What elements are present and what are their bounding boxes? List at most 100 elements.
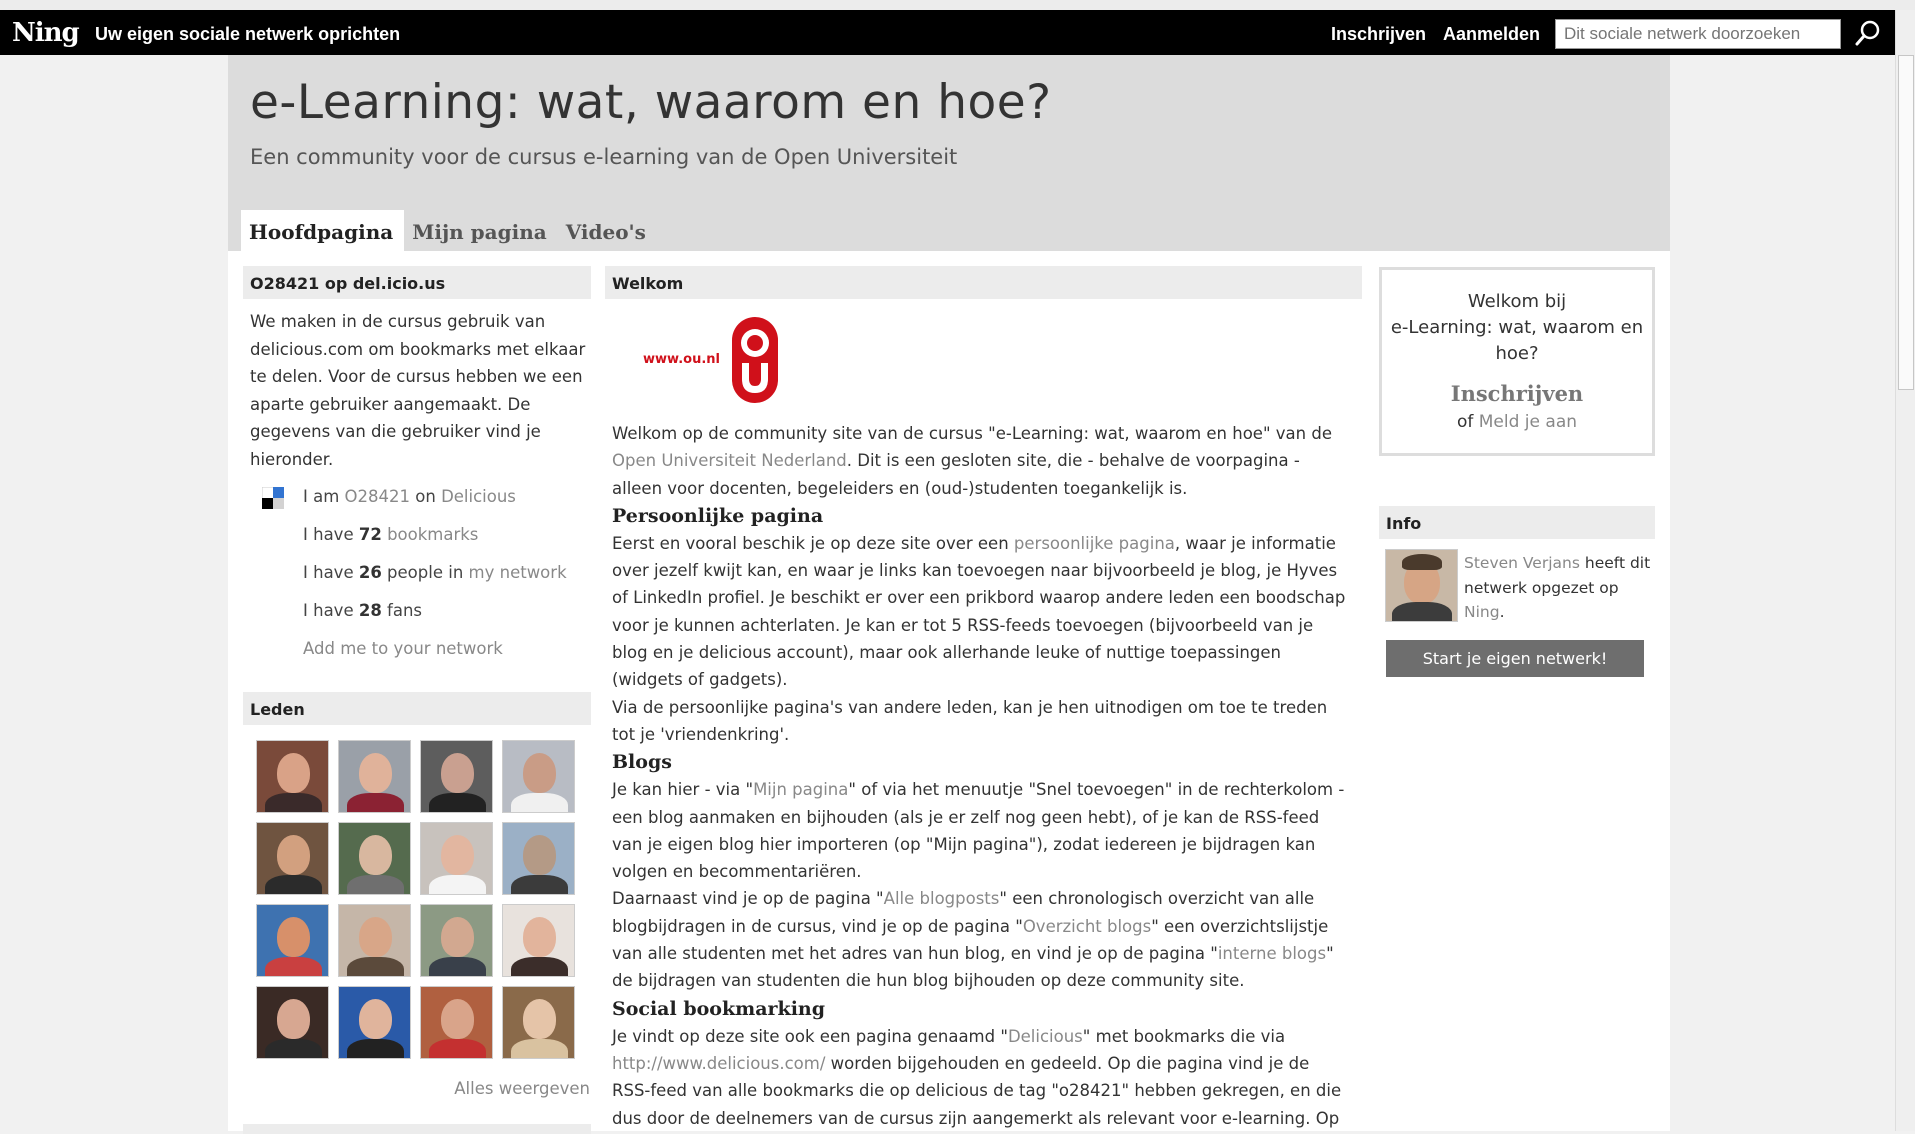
member-avatar[interactable]: [502, 904, 575, 977]
delicious-url-link[interactable]: http://www.delicious.com/: [612, 1054, 825, 1073]
personal-page-link[interactable]: persoonlijke pagina: [1014, 534, 1175, 553]
creator-info: Steven Verjans heeft dit netwerk opgezet…: [1464, 551, 1664, 625]
personal-text: , waar je informatie over jezelf kwijt k…: [612, 533, 1346, 690]
my-network-link[interactable]: my network: [469, 563, 567, 582]
delicious-user-link[interactable]: O28421: [345, 487, 410, 506]
member-avatar[interactable]: [420, 986, 493, 1059]
delicious-user-row: I am O28421 on Delicious: [303, 487, 516, 506]
open-universiteit-logo[interactable]: www.ou.nl: [638, 313, 808, 407]
member-avatar[interactable]: [338, 822, 411, 895]
member-avatar-face: [441, 753, 474, 793]
delicious-row-text: I have: [303, 563, 359, 582]
signup-link[interactable]: Inschrijven: [1331, 24, 1426, 45]
creator-body: [1392, 602, 1452, 621]
delicious-description: We maken in de cursus gebruik van delici…: [250, 312, 586, 469]
creator-info-text: .: [1499, 603, 1505, 621]
member-avatar[interactable]: [420, 740, 493, 813]
delicious-module-heading: O28421 op del.icio.us: [243, 266, 591, 299]
welcome-signin-link[interactable]: Meld je aan: [1479, 412, 1577, 432]
member-avatar-body: [429, 875, 486, 894]
blog-overview-paragraph: Daarnaast vind je op de pagina "Alle blo…: [612, 885, 1352, 994]
delicious-icon: [261, 486, 285, 510]
member-avatar-face: [359, 835, 392, 875]
add-to-network-link[interactable]: Add me to your network: [303, 639, 503, 658]
ning-tagline-link[interactable]: Uw eigen sociale netwerk oprichten: [95, 24, 400, 45]
member-avatar[interactable]: [420, 904, 493, 977]
member-avatar-body: [429, 793, 486, 812]
blog-overview-text: Daarnaast vind je op de pagina ": [612, 889, 884, 909]
site-header: e-Learning: wat, waarom en hoe? Een comm…: [228, 55, 1670, 251]
tab-hoofdpagina[interactable]: Hoofdpagina: [241, 210, 405, 251]
member-avatar-face: [277, 917, 310, 957]
delicious-row-text: on: [410, 487, 442, 506]
scrollbar-thumb[interactable]: [1898, 55, 1914, 390]
personal-page-paragraph: Eerst en vooral beschik je op deze site …: [612, 530, 1352, 694]
delicious-fans-row: I have 28 fans: [303, 601, 422, 620]
my-page-link[interactable]: Mijn pagina: [753, 780, 848, 799]
delicious-page-link[interactable]: Delicious: [1008, 1027, 1083, 1046]
blogs-paragraph: Je kan hier - via "Mijn pagina" of via h…: [612, 776, 1352, 885]
start-network-button[interactable]: Start je eigen netwerk!: [1386, 640, 1644, 677]
delicious-row-text: people in: [381, 563, 469, 582]
member-avatar-face: [359, 917, 392, 957]
creator-link[interactable]: Steven Verjans: [1464, 554, 1580, 572]
friends-paragraph: Via de persoonlijke pagina's van andere …: [612, 697, 1328, 744]
member-avatar-face: [277, 999, 310, 1039]
search-input[interactable]: [1555, 19, 1841, 49]
welcome-signup-box: Welkom bij e-Learning: wat, waarom en ho…: [1379, 267, 1655, 456]
member-avatar[interactable]: [338, 740, 411, 813]
member-avatar-body: [347, 1039, 404, 1058]
creator-avatar[interactable]: [1385, 549, 1458, 622]
member-avatar[interactable]: [502, 986, 575, 1059]
member-avatar-face: [359, 999, 392, 1039]
member-avatar[interactable]: [338, 986, 411, 1059]
member-avatar[interactable]: [256, 904, 329, 977]
all-blogposts-link[interactable]: Alle blogposts: [884, 889, 1000, 908]
member-avatar-body: [265, 957, 322, 976]
member-avatar-body: [265, 875, 322, 894]
delicious-row-text: I have: [303, 525, 359, 544]
signin-link[interactable]: Aanmelden: [1443, 24, 1540, 45]
next-module-heading: [243, 1124, 591, 1134]
blogs-overview-link[interactable]: Overzicht blogs: [1023, 917, 1151, 936]
blogs-heading: Blogs: [612, 751, 672, 774]
member-avatar[interactable]: [502, 822, 575, 895]
site-title[interactable]: e-Learning: wat, waarom en hoe?: [250, 75, 1052, 130]
view-all-members-link[interactable]: Alles weergeven: [448, 1079, 590, 1098]
delicious-site-link[interactable]: Delicious: [441, 487, 516, 506]
creator-hair: [1402, 554, 1442, 570]
info-module-heading: Info: [1379, 506, 1655, 539]
member-avatar[interactable]: [256, 986, 329, 1059]
bookmarks-link[interactable]: bookmarks: [387, 525, 478, 544]
site-description: Een community voor de cursus e-learning …: [250, 145, 958, 169]
search-icon[interactable]: [1853, 18, 1883, 48]
member-avatar-body: [429, 1039, 486, 1058]
ning-logo[interactable]: Ning: [12, 18, 80, 48]
member-avatar-body: [347, 875, 404, 894]
member-avatar[interactable]: [338, 904, 411, 977]
member-avatar[interactable]: [502, 740, 575, 813]
welcome-signup-link[interactable]: Inschrijven: [1382, 381, 1652, 406]
member-avatar-face: [441, 999, 474, 1039]
member-avatar-body: [511, 1039, 568, 1058]
member-avatar[interactable]: [420, 822, 493, 895]
ou-nederland-link[interactable]: Open Universiteit Nederland: [612, 451, 847, 470]
welcome-signin-row: of Meld je aan: [1382, 412, 1652, 432]
vertical-scrollbar[interactable]: [1895, 10, 1915, 1131]
social-text: " met bookmarks die via: [1082, 1026, 1286, 1046]
internal-blogs-link[interactable]: interne blogs: [1218, 944, 1326, 963]
member-avatar-body: [511, 793, 568, 812]
member-avatar-body: [347, 957, 404, 976]
member-avatar-face: [523, 917, 556, 957]
member-avatar[interactable]: [256, 822, 329, 895]
ning-link[interactable]: Ning: [1464, 603, 1500, 621]
member-avatar-face: [359, 753, 392, 793]
member-avatar-face: [523, 999, 556, 1039]
tab-mijn-pagina[interactable]: Mijn pagina: [404, 210, 558, 251]
member-avatar-body: [265, 793, 322, 812]
tab-videos[interactable]: Video's: [558, 210, 657, 251]
member-avatar[interactable]: [256, 740, 329, 813]
blogs-text: Je kan hier - via ": [612, 780, 754, 800]
delicious-row-text: I am: [303, 487, 345, 506]
delicious-bookmarks-row: I have 72 bookmarks: [303, 525, 478, 544]
